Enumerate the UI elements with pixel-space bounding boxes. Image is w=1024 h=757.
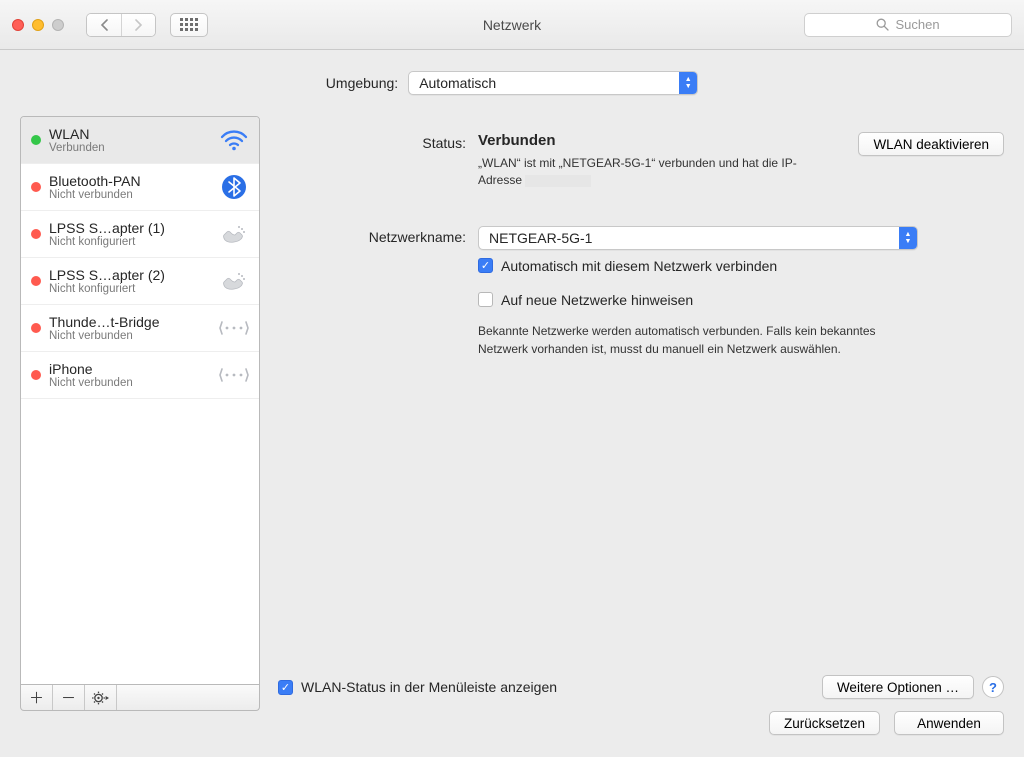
content: WLANVerbundenBluetooth-PANNicht verbunde… bbox=[0, 116, 1024, 711]
reset-button[interactable]: Zurücksetzen bbox=[769, 711, 880, 735]
window-controls bbox=[12, 19, 64, 31]
interface-status: Nicht verbunden bbox=[49, 330, 211, 342]
grid-icon bbox=[180, 18, 198, 31]
titlebar: Netzwerk Suchen bbox=[0, 0, 1024, 50]
interface-item[interactable]: LPSS S…apter (1)Nicht konfiguriert bbox=[21, 211, 259, 258]
network-name-select[interactable]: NETGEAR-5G-1 ▲▼ bbox=[478, 226, 918, 250]
more-options-button[interactable]: Weitere Optionen … bbox=[822, 675, 974, 699]
auto-connect-label: Automatisch mit diesem Netzwerk verbinde… bbox=[501, 258, 777, 274]
status-dot-icon bbox=[31, 229, 41, 239]
sidebar-footer: ＋ － bbox=[20, 685, 260, 711]
interface-name: WLAN bbox=[49, 126, 211, 142]
interface-item[interactable]: WLANVerbunden bbox=[21, 117, 259, 164]
location-label: Umgebung: bbox=[326, 75, 398, 91]
interface-item[interactable]: Bluetooth-PANNicht verbunden bbox=[21, 164, 259, 211]
close-window-button[interactable] bbox=[12, 19, 24, 31]
footer-buttons: Zurücksetzen Anwenden bbox=[0, 711, 1024, 757]
network-name-row: Netzwerkname: NETGEAR-5G-1 ▲▼ bbox=[278, 226, 1004, 250]
chevron-right-icon bbox=[134, 19, 143, 31]
bluetooth-icon bbox=[219, 172, 249, 202]
search-placeholder: Suchen bbox=[895, 17, 939, 32]
sidebar: WLANVerbundenBluetooth-PANNicht verbunde… bbox=[20, 116, 260, 711]
show-status-menubar-label: WLAN-Status in der Menüleiste anzeigen bbox=[301, 679, 557, 695]
status-label: Status: bbox=[278, 132, 478, 151]
status-value: Verbunden bbox=[478, 132, 846, 149]
remove-interface-button[interactable]: － bbox=[53, 685, 85, 710]
status-description: „WLAN“ ist mit „NETGEAR-5G-1“ verbunden … bbox=[478, 155, 846, 190]
status-dot-icon bbox=[31, 135, 41, 145]
phone-icon bbox=[219, 219, 249, 249]
interface-status: Nicht verbunden bbox=[49, 189, 211, 201]
search-icon bbox=[876, 18, 889, 31]
interface-status: Verbunden bbox=[49, 142, 211, 154]
stepper-icon: ▲▼ bbox=[679, 72, 697, 94]
interface-actions-button[interactable] bbox=[85, 685, 117, 710]
minimize-window-button[interactable] bbox=[32, 19, 44, 31]
notify-new-networks-help: Bekannte Netzwerke werden automatisch ve… bbox=[478, 322, 898, 358]
wifi-icon bbox=[219, 125, 249, 155]
interface-list: WLANVerbundenBluetooth-PANNicht verbunde… bbox=[20, 116, 260, 685]
interface-status: Nicht konfiguriert bbox=[49, 236, 211, 248]
network-name-value: NETGEAR-5G-1 bbox=[489, 230, 592, 246]
interface-item[interactable]: LPSS S…apter (2)Nicht konfiguriert bbox=[21, 258, 259, 305]
add-interface-button[interactable]: ＋ bbox=[21, 685, 53, 710]
apply-button[interactable]: Anwenden bbox=[894, 711, 1004, 735]
show-all-button[interactable] bbox=[170, 13, 208, 37]
interface-item[interactable]: iPhoneNicht verbunden bbox=[21, 352, 259, 399]
back-button[interactable] bbox=[87, 14, 121, 36]
bridge-icon bbox=[219, 360, 249, 390]
status-dot-icon bbox=[31, 323, 41, 333]
interface-status: Nicht verbunden bbox=[49, 377, 211, 389]
ip-masked bbox=[525, 175, 591, 187]
status-dot-icon bbox=[31, 276, 41, 286]
nav-segment bbox=[86, 13, 156, 37]
chevron-left-icon bbox=[100, 19, 109, 31]
bridge-icon bbox=[219, 313, 249, 343]
network-name-label: Netzwerkname: bbox=[278, 226, 478, 245]
interface-item[interactable]: Thunde…t-BridgeNicht verbunden bbox=[21, 305, 259, 352]
lower-row: ✓ WLAN-Status in der Menüleiste anzeigen… bbox=[278, 675, 1004, 711]
notify-new-networks-checkbox[interactable] bbox=[478, 292, 493, 307]
auto-connect-row: ✓ Automatisch mit diesem Netzwerk verbin… bbox=[278, 258, 1004, 358]
show-status-menubar-checkbox[interactable]: ✓ bbox=[278, 680, 293, 695]
interface-name: LPSS S…apter (2) bbox=[49, 267, 211, 283]
location-select[interactable]: Automatisch ▲▼ bbox=[408, 71, 698, 95]
interface-name: iPhone bbox=[49, 361, 211, 377]
location-bar: Umgebung: Automatisch ▲▼ bbox=[0, 50, 1024, 116]
notify-new-networks-label: Auf neue Netzwerke hinweisen bbox=[501, 292, 693, 308]
status-dot-icon bbox=[31, 370, 41, 380]
search-input[interactable]: Suchen bbox=[804, 13, 1012, 37]
zoom-window-button[interactable] bbox=[52, 19, 64, 31]
status-row: Status: Verbunden „WLAN“ ist mit „NETGEA… bbox=[278, 132, 1004, 190]
detail-panel: Status: Verbunden „WLAN“ ist mit „NETGEA… bbox=[278, 116, 1004, 711]
auto-connect-checkbox[interactable]: ✓ bbox=[478, 258, 493, 273]
interface-name: Bluetooth-PAN bbox=[49, 173, 211, 189]
forward-button[interactable] bbox=[121, 14, 155, 36]
interface-name: Thunde…t-Bridge bbox=[49, 314, 211, 330]
gear-icon bbox=[92, 691, 110, 705]
interface-status: Nicht konfiguriert bbox=[49, 283, 211, 295]
location-value: Automatisch bbox=[419, 75, 496, 91]
window: Netzwerk Suchen Umgebung: Automatisch ▲▼… bbox=[0, 0, 1024, 757]
toggle-wlan-button[interactable]: WLAN deaktivieren bbox=[858, 132, 1004, 156]
interface-name: LPSS S…apter (1) bbox=[49, 220, 211, 236]
status-dot-icon bbox=[31, 182, 41, 192]
stepper-icon: ▲▼ bbox=[899, 227, 917, 249]
phone-icon bbox=[219, 266, 249, 296]
help-button[interactable]: ? bbox=[982, 676, 1004, 698]
